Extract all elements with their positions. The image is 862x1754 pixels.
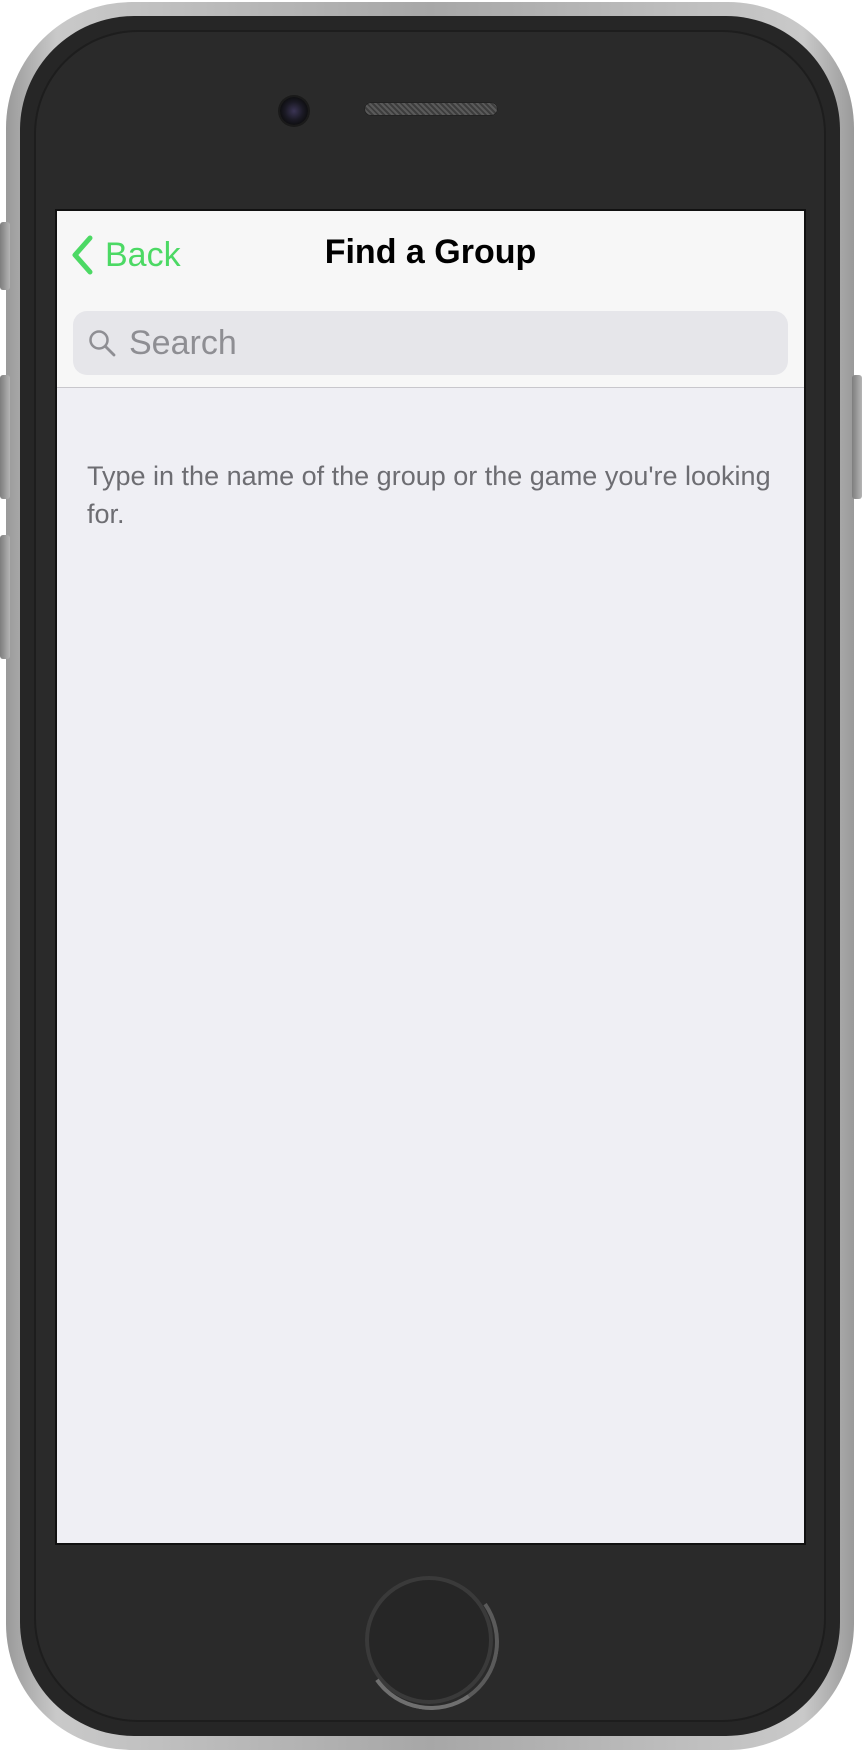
power-button — [852, 375, 862, 499]
home-button[interactable] — [365, 1576, 493, 1704]
mute-switch — [0, 222, 10, 290]
search-icon — [89, 330, 116, 357]
search-hint-text: Type in the name of the group or the gam… — [87, 461, 771, 529]
volume-up-button — [0, 375, 10, 499]
back-button-label: Back — [105, 235, 181, 274]
front-camera — [280, 97, 308, 125]
volume-down-button — [0, 535, 10, 659]
earpiece-speaker — [364, 102, 498, 116]
back-button[interactable]: Back — [71, 231, 181, 279]
search-input[interactable] — [127, 322, 751, 364]
navigation-bar: Back Find a Group — [57, 211, 804, 388]
app-screen: Back Find a Group Type in the name of th… — [55, 209, 806, 1545]
search-bar[interactable] — [73, 311, 788, 375]
chevron-left-icon — [72, 235, 93, 275]
